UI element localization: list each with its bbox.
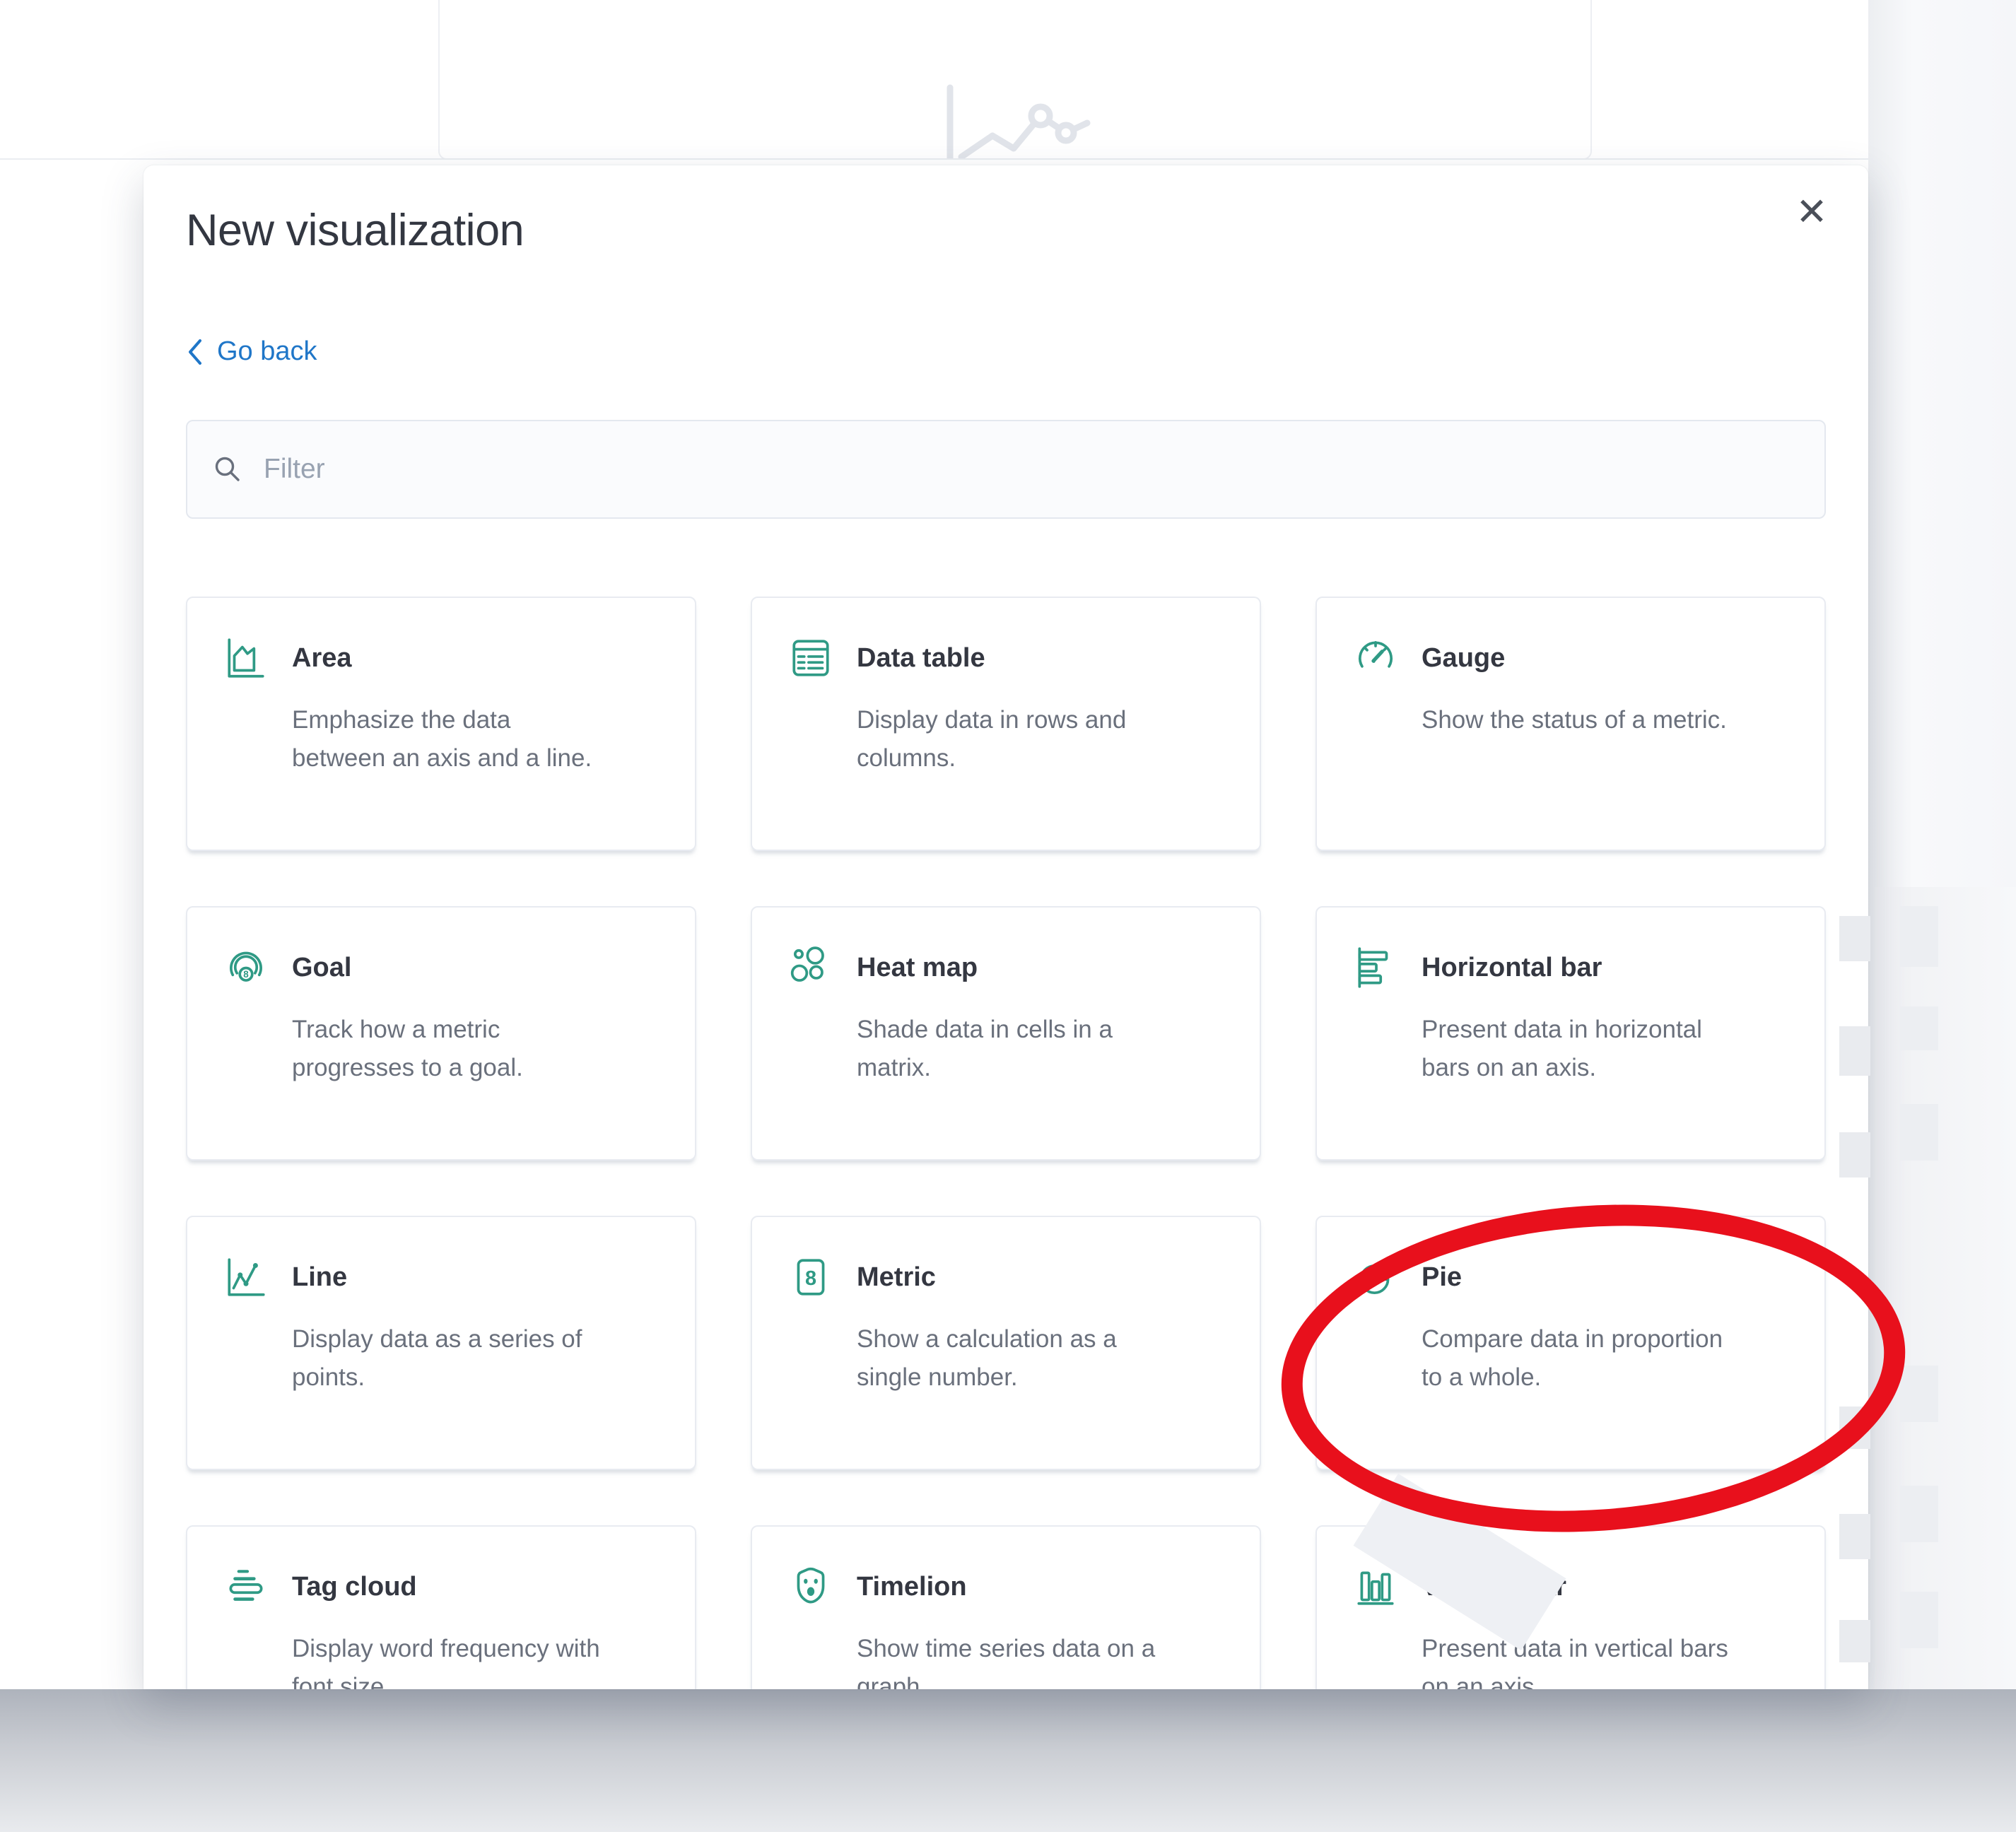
- viz-card-description: Show time series data on a graph.: [857, 1630, 1171, 1689]
- background-artifact-square: [1900, 1006, 1938, 1050]
- viz-card-title: Data table: [857, 635, 985, 681]
- viz-card-timelion[interactable]: Timelion Show time series data on a grap…: [751, 1525, 1261, 1689]
- modal-title: New visualization: [186, 205, 524, 256]
- viz-card-data-table[interactable]: Data table Display data in rows and colu…: [751, 597, 1261, 851]
- viz-card-tag-cloud[interactable]: Tag cloud Display word frequency with fo…: [186, 1525, 696, 1689]
- viz-card-line[interactable]: Line Display data as a series of points.: [186, 1216, 696, 1470]
- viz-card-pie[interactable]: Pie Compare data in proportion to a whol…: [1315, 1216, 1826, 1470]
- background-skeleton-panel: [1875, 887, 2016, 1689]
- background-artifact-square: [1839, 1620, 1870, 1662]
- background-divider: [0, 158, 2016, 160]
- background-artifact-square: [1900, 1104, 1938, 1161]
- background-artifact-square: [1900, 1366, 1938, 1422]
- viz-card-goal[interactable]: 8 Goal Track how a metric progresses to …: [186, 906, 696, 1161]
- background-artifact-square: [1900, 1592, 1938, 1648]
- pie-chart-icon: [1352, 1254, 1399, 1300]
- background-artifact-square: [1839, 1132, 1870, 1178]
- heat-map-icon: [787, 944, 834, 991]
- new-visualization-modal: ✕ New visualization Go back Area Emphasi…: [143, 165, 1868, 1689]
- viz-card-description: Present data in horizontal bars on an ax…: [1422, 1011, 1736, 1087]
- viz-card-description: Display data in rows and columns.: [857, 701, 1171, 777]
- go-back-link[interactable]: Go back: [186, 336, 317, 367]
- go-back-label: Go back: [217, 336, 317, 367]
- viz-card-description: Present data in vertical bars on an axis…: [1422, 1630, 1736, 1689]
- goal-icon: 8: [223, 944, 269, 991]
- viz-card-description: Show a calculation as a single number.: [857, 1320, 1171, 1397]
- tag-cloud-icon: [223, 1563, 269, 1610]
- horizontal-bar-icon: [1352, 944, 1399, 991]
- page-bottom-overlay: [0, 1689, 2016, 1832]
- background-artifact-square: [1839, 1026, 1870, 1076]
- viz-card-title: Goal: [292, 944, 351, 991]
- viz-card-description: Compare data in proportion to a whole.: [1422, 1320, 1736, 1397]
- viz-card-description: Track how a metric progresses to a goal.: [292, 1011, 606, 1087]
- background-artifact-square: [1900, 906, 1938, 967]
- data-table-icon: [787, 635, 834, 681]
- filter-search-field[interactable]: [186, 420, 1826, 519]
- metric-icon: 8: [787, 1254, 834, 1300]
- viz-card-title: Area: [292, 635, 352, 681]
- viz-card-title: Metric: [857, 1254, 936, 1300]
- viz-card-title: Pie: [1422, 1254, 1462, 1300]
- line-chart-sketch-icon: [940, 82, 1173, 160]
- chevron-left-icon: [186, 337, 204, 367]
- viz-card-metric[interactable]: 8 Metric Show a calculation as a single …: [751, 1216, 1261, 1470]
- svg-text:8: 8: [243, 969, 249, 980]
- viz-card-area[interactable]: Area Emphasize the data between an axis …: [186, 597, 696, 851]
- vertical-bar-icon: [1352, 1563, 1399, 1610]
- timelion-bear-icon: [787, 1563, 834, 1610]
- viz-card-title: Horizontal bar: [1422, 944, 1602, 991]
- svg-text:8: 8: [805, 1267, 816, 1290]
- viz-card-title: Gauge: [1422, 635, 1505, 681]
- viz-card-description: Shade data in cells in a matrix.: [857, 1011, 1171, 1087]
- background-artifact-square: [1839, 1407, 1870, 1449]
- viz-card-description: Display word frequency with font size.: [292, 1630, 606, 1689]
- filter-input[interactable]: [264, 454, 1800, 485]
- search-icon: [211, 453, 244, 486]
- viz-card-gauge[interactable]: Gauge Show the status of a metric.: [1315, 597, 1826, 851]
- background-artifact-square: [1900, 1486, 1938, 1542]
- visualization-grid: Area Emphasize the data between an axis …: [186, 597, 1826, 1689]
- viz-card-heat-map[interactable]: Heat map Shade data in cells in a matrix…: [751, 906, 1261, 1161]
- viz-card-description: Display data as a series of points.: [292, 1320, 606, 1397]
- viz-card-title: Heat map: [857, 944, 978, 991]
- viz-card-description: Emphasize the data between an axis and a…: [292, 701, 606, 777]
- line-chart-icon: [223, 1254, 269, 1300]
- viz-card-horizontal-bar[interactable]: Horizontal bar Present data in horizonta…: [1315, 906, 1826, 1161]
- viz-card-title: Line: [292, 1254, 347, 1300]
- viz-card-title: Tag cloud: [292, 1563, 417, 1610]
- gauge-icon: [1352, 635, 1399, 681]
- background-artifact-square: [1839, 1514, 1870, 1559]
- close-icon[interactable]: ✕: [1783, 184, 1840, 240]
- area-chart-icon: [223, 635, 269, 681]
- viz-card-title: Timelion: [857, 1563, 967, 1610]
- viz-card-description: Show the status of a metric.: [1422, 701, 1727, 739]
- background-artifact-square: [1839, 916, 1870, 961]
